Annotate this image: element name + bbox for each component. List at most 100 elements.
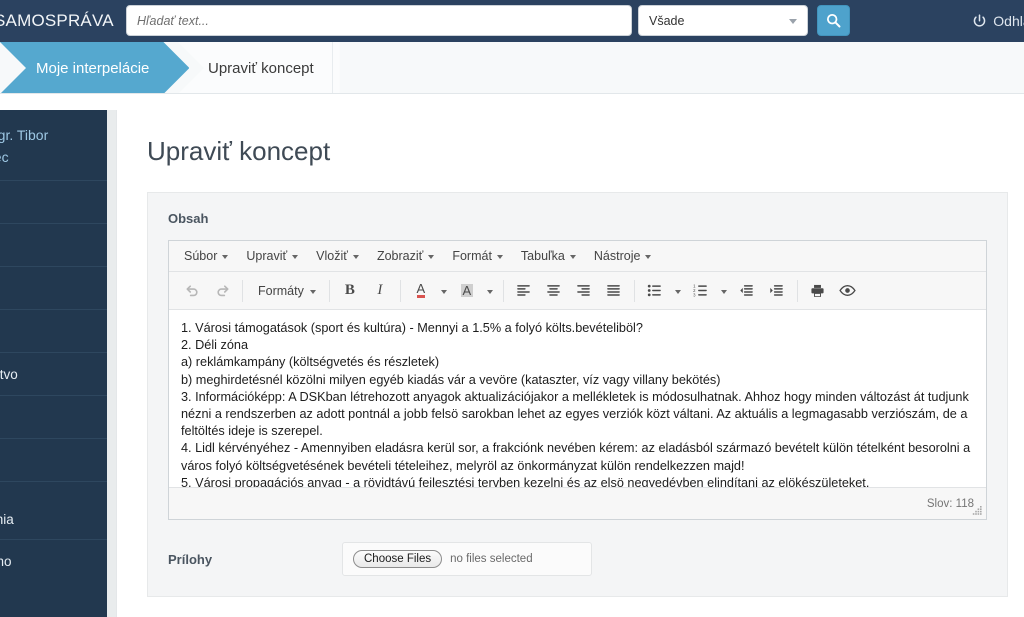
bullet-list-button[interactable] <box>641 278 669 304</box>
editor-line: 5. Városi propagációs anyag - a rövidtáv… <box>181 475 870 487</box>
formats-dropdown[interactable]: Formáty <box>250 278 322 304</box>
undo-button[interactable] <box>178 278 206 304</box>
numbered-list-dropdown[interactable] <box>716 278 732 304</box>
rich-text-editor: Súbor Upraviť Vložiť Zobraziť Formát Tab… <box>168 240 987 520</box>
background-color-button[interactable]: A <box>453 278 481 304</box>
outdent-button[interactable] <box>733 278 761 304</box>
sidebar-item-0[interactable] <box>0 180 107 223</box>
numbered-list-icon: 1 2 3 <box>693 284 708 297</box>
chevron-down-icon <box>292 255 299 259</box>
indent-button[interactable] <box>763 278 791 304</box>
sidebar-item-interpelacie[interactable]: lácie <box>0 223 107 266</box>
italic-icon: I <box>377 282 383 298</box>
background-color-icon: A <box>460 283 474 298</box>
bullet-list-dropdown[interactable] <box>670 278 686 304</box>
print-icon <box>811 284 824 297</box>
logout-button[interactable]: Odhlásiť <box>972 0 1024 42</box>
toolbar-divider <box>633 279 635 302</box>
breadcrumb-current-label: Upraviť koncept <box>208 59 314 77</box>
align-right-button[interactable] <box>570 278 598 304</box>
text-color-dropdown[interactable] <box>436 278 452 304</box>
chevron-down-icon <box>496 255 503 259</box>
align-left-button[interactable] <box>510 278 538 304</box>
bold-icon: B <box>344 282 355 298</box>
text-color-button[interactable]: A <box>407 278 435 304</box>
menu-label: Súbor <box>184 249 218 263</box>
toolbar-divider <box>399 279 401 302</box>
attachments-row: Prílohy Choose Files no files selected <box>168 542 987 576</box>
chevron-down-icon <box>720 289 727 294</box>
search-input[interactable] <box>126 5 632 36</box>
toolbar-divider <box>796 279 798 302</box>
formats-label: Formáty <box>258 283 304 298</box>
sidebar-item-6[interactable] <box>0 438 107 481</box>
global-search-group: Všade <box>126 5 850 36</box>
breadcrumb-divider <box>332 42 333 94</box>
sidebar-user-name: Mgr. Tibor nec <box>0 110 107 180</box>
text-color-icon: A <box>416 281 426 298</box>
top-header-bar: SAMOSPRÁVA Všade Odhlásiť <box>0 0 1024 42</box>
menu-tabulka[interactable]: Tabuľka <box>512 244 585 269</box>
chevron-down-icon <box>440 289 447 294</box>
file-selection-status: no files selected <box>450 553 533 565</box>
menu-upravit[interactable]: Upraviť <box>237 244 307 269</box>
preview-icon <box>839 285 857 296</box>
bullet-list-icon <box>648 284 662 297</box>
choose-files-button[interactable]: Choose Files <box>353 550 443 568</box>
editor-resize-handle[interactable] <box>971 505 983 517</box>
menu-subor[interactable]: Súbor <box>175 244 237 269</box>
search-scope-value: Všade <box>649 13 685 28</box>
page-title: Upraviť koncept <box>147 136 331 166</box>
chevron-down-icon <box>428 255 435 259</box>
align-justify-button[interactable] <box>600 278 628 304</box>
editor-statusbar: Slov: 118 <box>169 487 986 519</box>
sidebar-user-line2: nec <box>0 149 9 165</box>
menu-nastroje[interactable]: Nástroje <box>585 244 661 269</box>
menu-vlozit[interactable]: Vložiť <box>307 244 368 269</box>
sidebar-item-5[interactable]: a <box>0 395 107 438</box>
breadcrumb-item-upravit-koncept[interactable]: Upraviť koncept <box>178 42 340 94</box>
chevron-down-icon <box>569 255 576 259</box>
sidebar-item-3[interactable] <box>0 309 107 352</box>
menu-label: Zobraziť <box>376 249 424 263</box>
sidebar-item-label: tupiteľstvo <box>0 366 18 382</box>
menu-format[interactable]: Formát <box>443 244 512 269</box>
file-upload-control[interactable]: Choose Files no files selected <box>342 542 592 576</box>
toolbar-divider <box>242 279 243 302</box>
menu-label: Vložiť <box>316 249 348 263</box>
svg-text:3: 3 <box>693 292 696 297</box>
search-button[interactable] <box>817 5 850 36</box>
sidebar-item-personalneho[interactable]: onálneho <box>0 539 107 582</box>
sidebar-gutter <box>107 110 116 617</box>
bold-button[interactable]: B <box>336 278 364 304</box>
breadcrumb-item-moje-interpelacie[interactable]: Moje interpelácie <box>0 42 189 94</box>
breadcrumb: Moje interpelácie Upraviť koncept <box>0 42 1024 94</box>
toolbar-divider <box>502 279 504 302</box>
editor-line: 1. Városi támogatások (sport és kultúra)… <box>181 321 643 335</box>
background-color-dropdown[interactable] <box>482 278 498 304</box>
editor-line: b) meghirdetésnél közölni milyen egyéb k… <box>181 372 721 387</box>
align-justify-icon <box>607 285 621 296</box>
align-center-button[interactable] <box>540 278 568 304</box>
sidebar-item-vystavby-planovania[interactable]: tavby a lánovania <box>0 481 107 539</box>
redo-button[interactable] <box>208 278 236 304</box>
editor-toolbar: Formáty B I A A 1 2 3 <box>169 272 986 310</box>
editor-menubar: Súbor Upraviť Vložiť Zobraziť Formát Tab… <box>169 241 986 272</box>
preview-button[interactable] <box>834 278 862 304</box>
redo-icon <box>216 285 229 297</box>
print-button[interactable] <box>804 278 832 304</box>
chevron-right-icon <box>0 42 16 94</box>
sidebar-item-ziadanky[interactable]: nky <box>0 266 107 309</box>
attachments-label: Prílohy <box>168 552 213 567</box>
editor-line: 2. Déli zóna <box>181 338 248 353</box>
chevron-down-icon <box>222 255 229 259</box>
logout-label: Odhlásiť <box>993 13 1024 29</box>
menu-label: Formát <box>452 249 492 263</box>
menu-zobrazit[interactable]: Zobraziť <box>368 244 443 269</box>
sidebar-item-zastupitelstvo[interactable]: tupiteľstvo <box>0 352 107 395</box>
search-scope-select[interactable]: Všade <box>638 5 808 36</box>
editor-content-area[interactable]: 1. Városi támogatások (sport és kultúra)… <box>169 310 986 487</box>
italic-button[interactable]: I <box>366 278 394 304</box>
numbered-list-button[interactable]: 1 2 3 <box>687 278 715 304</box>
form-panel: Obsah Súbor Upraviť Vložiť Zobraziť Form… <box>147 192 1008 597</box>
